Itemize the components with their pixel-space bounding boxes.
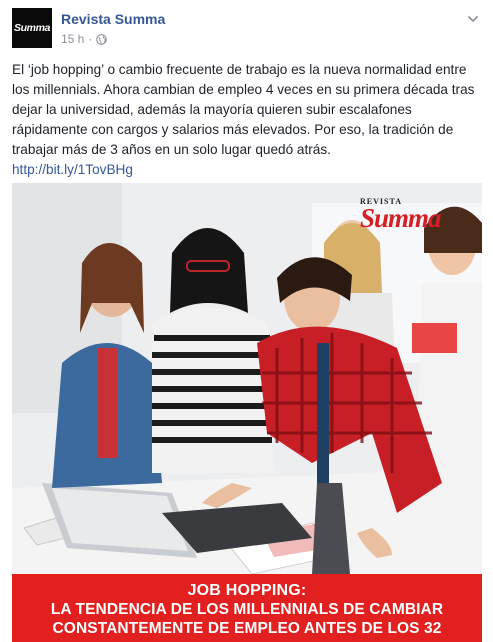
- post-body: El ‘job hopping’ o cambio frecuente de t…: [12, 60, 482, 180]
- avatar-text: Summa: [14, 22, 50, 34]
- post-message: El ‘job hopping’ o cambio frecuente de t…: [12, 62, 475, 157]
- logo-big-text: Summa: [360, 203, 442, 233]
- page-name-link[interactable]: Revista Summa: [61, 11, 165, 27]
- banner-line-1: JOB HOPPING:: [187, 582, 307, 599]
- headline-banner: JOB HOPPING: LA TENDENCIA DE LOS MILLENN…: [12, 574, 482, 642]
- chevron-down-icon[interactable]: [466, 12, 480, 26]
- banner-line-3: CONSTANTEMENTE DE EMPLEO ANTES DE LOS 32: [52, 620, 442, 637]
- page-avatar[interactable]: Summa: [12, 8, 52, 48]
- post-meta: 15 h ·: [61, 32, 108, 46]
- facebook-post: Summa Revista Summa 15 h · El ‘job hoppi…: [0, 0, 493, 642]
- post-photo[interactable]: REVISTA Summa JOB HOPPING: LA TENDENCIA …: [12, 183, 482, 642]
- globe-icon[interactable]: [96, 33, 108, 45]
- post-link[interactable]: http://bit.ly/1TovBHg: [12, 160, 482, 180]
- banner-line-2: LA TENDENCIA DE LOS MILLENNIALS DE CAMBI…: [50, 601, 444, 618]
- post-header: Summa Revista Summa 15 h ·: [12, 8, 482, 48]
- summa-logo: REVISTA Summa: [360, 197, 472, 239]
- post-timestamp[interactable]: 15 h: [61, 32, 84, 46]
- meta-separator: ·: [88, 32, 93, 46]
- office-scene-image: [12, 183, 482, 574]
